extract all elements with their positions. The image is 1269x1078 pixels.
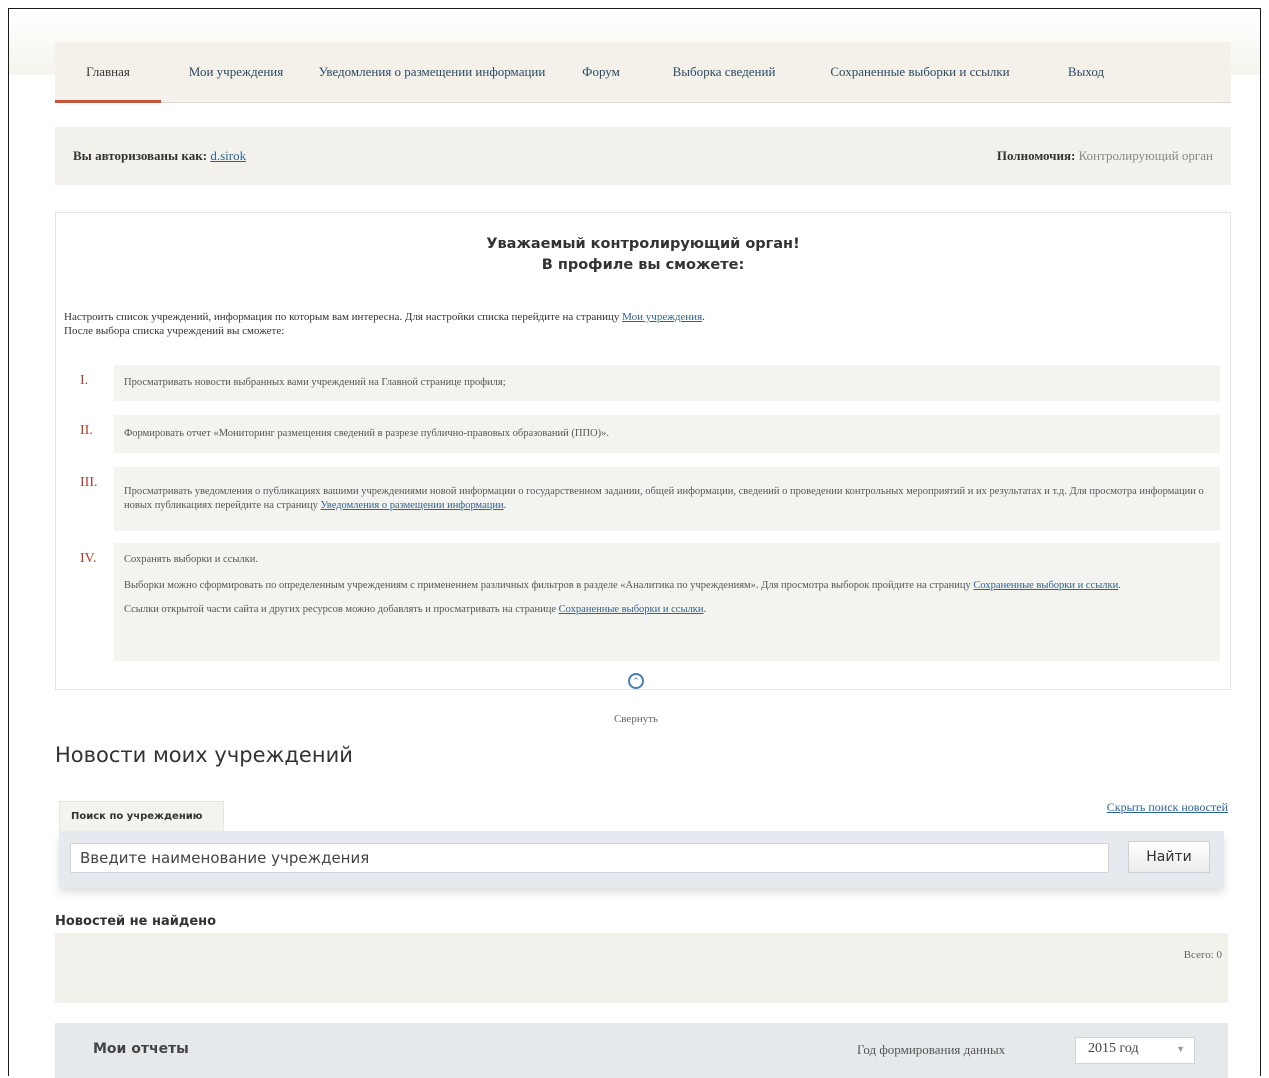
news-heading: Новости моих учреждений	[55, 743, 353, 767]
reports-title[interactable]: Мои отчеты	[93, 1041, 189, 1057]
profile-title: Уважаемый контролирующий орган! В профил…	[56, 234, 1230, 276]
list-item: II. Формировать отчет «Мониторинг размещ…	[66, 415, 1220, 453]
list-item: I. Просматривать новости выбранных вами …	[66, 365, 1220, 401]
hide-news-search-link[interactable]: Скрыть поиск новостей	[1107, 800, 1228, 815]
profile-intro: Настроить список учреждений, информация …	[64, 310, 1214, 338]
collapse-label[interactable]: Свернуть	[610, 713, 662, 725]
saved-links-link[interactable]: Сохраненные выборки и ссылки	[559, 604, 704, 615]
list-item-number: II.	[80, 423, 93, 438]
profile-title-line2: В профиле вы сможете:	[541, 257, 745, 273]
list-item: III. Просматривать уведомления о публика…	[66, 467, 1220, 531]
list-item-number: III.	[80, 475, 98, 490]
auth-user-block: Вы авторизованы как: d.sirok	[73, 148, 246, 164]
nav-notifications[interactable]: Уведомления о размещении информации	[311, 42, 553, 102]
empty-news-message: Новостей не найдено	[55, 914, 217, 929]
news-search-bar: Найти	[59, 831, 1224, 887]
auth-user-link[interactable]: d.sirok	[210, 148, 246, 163]
news-total: Всего: 0	[1183, 949, 1222, 961]
list-item-text: Просматривать новости выбранных вами учр…	[114, 365, 1220, 401]
intro-text: Настроить список учреждений, информация …	[64, 311, 620, 323]
auth-bar: Вы авторизованы как: d.sirok Полномочия:…	[55, 127, 1231, 185]
list-item-text: Сохранять выборки и ссылки. Выборки можн…	[114, 543, 1220, 661]
reports-bar: Мои отчеты Год формирования данных 2015 …	[55, 1023, 1228, 1078]
notifications-link[interactable]: Уведомления о размещении информации	[321, 500, 504, 511]
nav-home[interactable]: Главная	[55, 42, 161, 103]
profile-title-line1: Уважаемый контролирующий орган!	[486, 236, 800, 252]
collapse-chevron-icon[interactable]: ⌃	[628, 673, 644, 689]
intro-link[interactable]: Мои учреждения	[622, 311, 702, 323]
list-item: IV. Сохранять выборки и ссылки. Выборки …	[66, 543, 1220, 661]
year-select[interactable]: 2015 год ▼	[1075, 1037, 1195, 1064]
auth-role-block: Полномочия: Контролирующий орган	[997, 148, 1213, 164]
intro-after: После выбора списка учреждений вы сможет…	[64, 325, 285, 337]
auth-prefix: Вы авторизованы как:	[73, 148, 208, 163]
year-select-value: 2015 год	[1088, 1041, 1139, 1056]
nav-logout[interactable]: Выход	[1041, 42, 1131, 102]
auth-role-value: Контролирующий орган	[1078, 148, 1213, 163]
main-nav: Главная Мои учреждения Уведомления о раз…	[55, 42, 1231, 103]
list-item-text: Формировать отчет «Мониторинг размещения…	[114, 415, 1220, 453]
year-label: Год формирования данных	[857, 1042, 1006, 1057]
institution-search-input[interactable]	[70, 843, 1109, 873]
list-item-number: IV.	[80, 551, 97, 566]
profile-panel: Уважаемый контролирующий орган! В профил…	[55, 212, 1231, 690]
auth-role-label: Полномочия:	[996, 148, 1076, 163]
saved-selections-link[interactable]: Сохраненные выборки и ссылки	[973, 580, 1118, 591]
list-item-number: I.	[80, 373, 89, 388]
list-item-text: Просматривать уведомления о публикациях …	[114, 467, 1220, 531]
news-list: Всего: 0	[55, 933, 1228, 1003]
nav-saved-selections[interactable]: Сохраненные выборки и ссылки	[799, 42, 1041, 102]
nav-data-selection[interactable]: Выборка сведений	[649, 42, 799, 102]
nav-my-institutions[interactable]: Мои учреждения	[161, 42, 311, 102]
find-button[interactable]: Найти	[1128, 841, 1210, 873]
chevron-down-icon: ▼	[1176, 1044, 1185, 1054]
nav-forum[interactable]: Форум	[553, 42, 649, 102]
tab-search-by-institution[interactable]: Поиск по учреждению	[59, 801, 224, 831]
